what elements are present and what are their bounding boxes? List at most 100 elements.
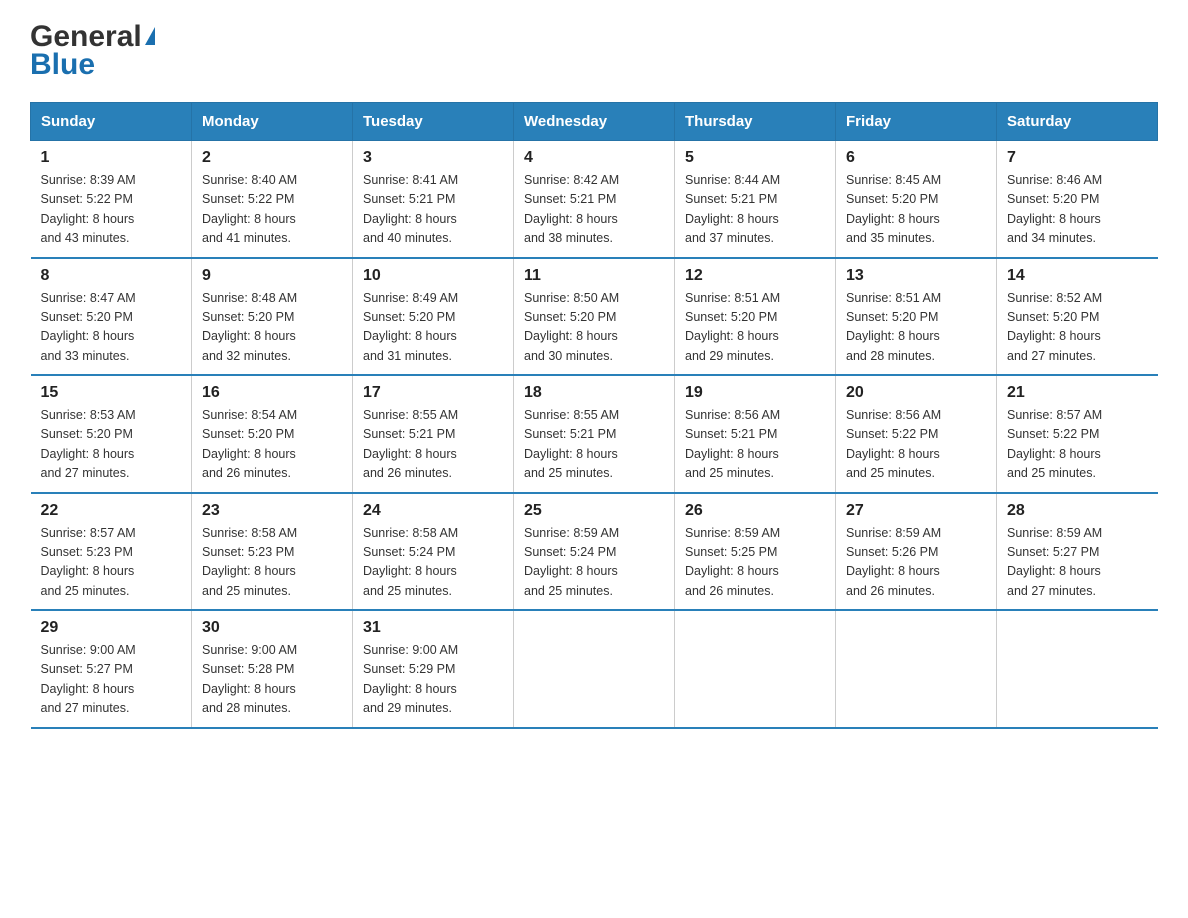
logo: General Blue (30, 20, 155, 82)
day-cell: 13 Sunrise: 8:51 AMSunset: 5:20 PMDaylig… (836, 258, 997, 376)
calendar-header: SundayMondayTuesdayWednesdayThursdayFrid… (31, 103, 1158, 141)
day-cell: 25 Sunrise: 8:59 AMSunset: 5:24 PMDaylig… (514, 493, 675, 611)
day-info: Sunrise: 8:49 AMSunset: 5:20 PMDaylight:… (363, 289, 503, 367)
day-number: 22 (41, 502, 182, 520)
week-row-2: 8 Sunrise: 8:47 AMSunset: 5:20 PMDayligh… (31, 258, 1158, 376)
day-cell: 7 Sunrise: 8:46 AMSunset: 5:20 PMDayligh… (997, 141, 1158, 258)
day-number: 8 (41, 267, 182, 285)
header-cell-sunday: Sunday (31, 103, 192, 141)
day-cell: 11 Sunrise: 8:50 AMSunset: 5:20 PMDaylig… (514, 258, 675, 376)
day-cell (997, 610, 1158, 728)
day-cell: 12 Sunrise: 8:51 AMSunset: 5:20 PMDaylig… (675, 258, 836, 376)
header-cell-saturday: Saturday (997, 103, 1158, 141)
week-row-3: 15 Sunrise: 8:53 AMSunset: 5:20 PMDaylig… (31, 375, 1158, 493)
calendar-body: 1 Sunrise: 8:39 AMSunset: 5:22 PMDayligh… (31, 141, 1158, 728)
day-info: Sunrise: 9:00 AMSunset: 5:28 PMDaylight:… (202, 641, 342, 719)
day-cell: 16 Sunrise: 8:54 AMSunset: 5:20 PMDaylig… (192, 375, 353, 493)
day-info: Sunrise: 8:54 AMSunset: 5:20 PMDaylight:… (202, 406, 342, 484)
day-info: Sunrise: 8:51 AMSunset: 5:20 PMDaylight:… (685, 289, 825, 367)
day-info: Sunrise: 8:59 AMSunset: 5:24 PMDaylight:… (524, 524, 664, 602)
header-cell-thursday: Thursday (675, 103, 836, 141)
day-number: 2 (202, 149, 342, 167)
day-cell: 23 Sunrise: 8:58 AMSunset: 5:23 PMDaylig… (192, 493, 353, 611)
day-number: 9 (202, 267, 342, 285)
day-cell: 4 Sunrise: 8:42 AMSunset: 5:21 PMDayligh… (514, 141, 675, 258)
day-number: 3 (363, 149, 503, 167)
day-cell: 22 Sunrise: 8:57 AMSunset: 5:23 PMDaylig… (31, 493, 192, 611)
day-info: Sunrise: 8:57 AMSunset: 5:22 PMDaylight:… (1007, 406, 1148, 484)
header-cell-friday: Friday (836, 103, 997, 141)
day-number: 18 (524, 384, 664, 402)
day-info: Sunrise: 8:52 AMSunset: 5:20 PMDaylight:… (1007, 289, 1148, 367)
day-info: Sunrise: 8:58 AMSunset: 5:24 PMDaylight:… (363, 524, 503, 602)
day-number: 1 (41, 149, 182, 167)
day-number: 30 (202, 619, 342, 637)
day-cell: 19 Sunrise: 8:56 AMSunset: 5:21 PMDaylig… (675, 375, 836, 493)
day-info: Sunrise: 8:53 AMSunset: 5:20 PMDaylight:… (41, 406, 182, 484)
day-cell: 20 Sunrise: 8:56 AMSunset: 5:22 PMDaylig… (836, 375, 997, 493)
day-cell: 29 Sunrise: 9:00 AMSunset: 5:27 PMDaylig… (31, 610, 192, 728)
header-cell-wednesday: Wednesday (514, 103, 675, 141)
day-info: Sunrise: 8:47 AMSunset: 5:20 PMDaylight:… (41, 289, 182, 367)
day-number: 4 (524, 149, 664, 167)
week-row-5: 29 Sunrise: 9:00 AMSunset: 5:27 PMDaylig… (31, 610, 1158, 728)
calendar-table: SundayMondayTuesdayWednesdayThursdayFrid… (30, 102, 1158, 729)
day-number: 29 (41, 619, 182, 637)
day-cell: 21 Sunrise: 8:57 AMSunset: 5:22 PMDaylig… (997, 375, 1158, 493)
day-info: Sunrise: 9:00 AMSunset: 5:29 PMDaylight:… (363, 641, 503, 719)
day-cell: 14 Sunrise: 8:52 AMSunset: 5:20 PMDaylig… (997, 258, 1158, 376)
day-info: Sunrise: 8:48 AMSunset: 5:20 PMDaylight:… (202, 289, 342, 367)
day-number: 12 (685, 267, 825, 285)
day-number: 19 (685, 384, 825, 402)
day-number: 6 (846, 149, 986, 167)
header-cell-monday: Monday (192, 103, 353, 141)
day-number: 13 (846, 267, 986, 285)
day-info: Sunrise: 8:44 AMSunset: 5:21 PMDaylight:… (685, 171, 825, 249)
day-cell: 18 Sunrise: 8:55 AMSunset: 5:21 PMDaylig… (514, 375, 675, 493)
day-cell: 9 Sunrise: 8:48 AMSunset: 5:20 PMDayligh… (192, 258, 353, 376)
day-cell: 1 Sunrise: 8:39 AMSunset: 5:22 PMDayligh… (31, 141, 192, 258)
day-number: 31 (363, 619, 503, 637)
day-cell: 3 Sunrise: 8:41 AMSunset: 5:21 PMDayligh… (353, 141, 514, 258)
week-row-1: 1 Sunrise: 8:39 AMSunset: 5:22 PMDayligh… (31, 141, 1158, 258)
day-info: Sunrise: 8:55 AMSunset: 5:21 PMDaylight:… (524, 406, 664, 484)
day-number: 21 (1007, 384, 1148, 402)
day-number: 28 (1007, 502, 1148, 520)
day-cell: 6 Sunrise: 8:45 AMSunset: 5:20 PMDayligh… (836, 141, 997, 258)
day-cell (514, 610, 675, 728)
day-info: Sunrise: 8:59 AMSunset: 5:27 PMDaylight:… (1007, 524, 1148, 602)
day-number: 25 (524, 502, 664, 520)
day-cell: 17 Sunrise: 8:55 AMSunset: 5:21 PMDaylig… (353, 375, 514, 493)
day-cell: 28 Sunrise: 8:59 AMSunset: 5:27 PMDaylig… (997, 493, 1158, 611)
day-cell: 27 Sunrise: 8:59 AMSunset: 5:26 PMDaylig… (836, 493, 997, 611)
logo-blue-text: Blue (30, 48, 95, 82)
week-row-4: 22 Sunrise: 8:57 AMSunset: 5:23 PMDaylig… (31, 493, 1158, 611)
day-cell: 10 Sunrise: 8:49 AMSunset: 5:20 PMDaylig… (353, 258, 514, 376)
day-cell: 31 Sunrise: 9:00 AMSunset: 5:29 PMDaylig… (353, 610, 514, 728)
day-number: 10 (363, 267, 503, 285)
header-cell-tuesday: Tuesday (353, 103, 514, 141)
day-number: 27 (846, 502, 986, 520)
day-number: 24 (363, 502, 503, 520)
day-number: 23 (202, 502, 342, 520)
day-info: Sunrise: 8:58 AMSunset: 5:23 PMDaylight:… (202, 524, 342, 602)
day-cell (836, 610, 997, 728)
day-number: 17 (363, 384, 503, 402)
day-info: Sunrise: 8:46 AMSunset: 5:20 PMDaylight:… (1007, 171, 1148, 249)
day-number: 11 (524, 267, 664, 285)
day-number: 20 (846, 384, 986, 402)
day-cell (675, 610, 836, 728)
day-info: Sunrise: 8:42 AMSunset: 5:21 PMDaylight:… (524, 171, 664, 249)
day-info: Sunrise: 8:59 AMSunset: 5:25 PMDaylight:… (685, 524, 825, 602)
header-row: SundayMondayTuesdayWednesdayThursdayFrid… (31, 103, 1158, 141)
day-cell: 15 Sunrise: 8:53 AMSunset: 5:20 PMDaylig… (31, 375, 192, 493)
day-info: Sunrise: 8:39 AMSunset: 5:22 PMDaylight:… (41, 171, 182, 249)
day-info: Sunrise: 9:00 AMSunset: 5:27 PMDaylight:… (41, 641, 182, 719)
day-info: Sunrise: 8:56 AMSunset: 5:21 PMDaylight:… (685, 406, 825, 484)
day-info: Sunrise: 8:56 AMSunset: 5:22 PMDaylight:… (846, 406, 986, 484)
day-info: Sunrise: 8:59 AMSunset: 5:26 PMDaylight:… (846, 524, 986, 602)
day-info: Sunrise: 8:57 AMSunset: 5:23 PMDaylight:… (41, 524, 182, 602)
day-number: 15 (41, 384, 182, 402)
page-header: General Blue (30, 20, 1158, 82)
day-info: Sunrise: 8:41 AMSunset: 5:21 PMDaylight:… (363, 171, 503, 249)
